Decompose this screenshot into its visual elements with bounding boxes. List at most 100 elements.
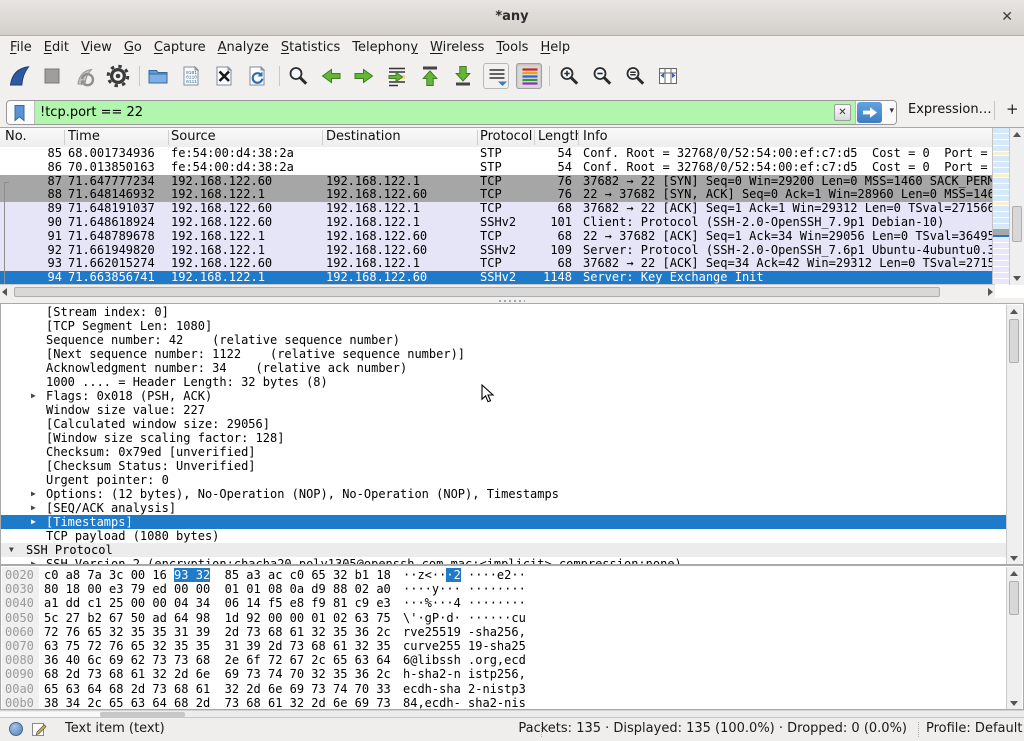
filter-bookmark-button[interactable] bbox=[7, 101, 35, 124]
packet-list-hscrollbar[interactable] bbox=[0, 284, 995, 298]
menu-wireless[interactable]: Wireless bbox=[424, 36, 490, 59]
detail-line[interactable]: 1000 .... = Header Length: 32 bytes (8) bbox=[1, 375, 1006, 389]
detail-line[interactable]: Checksum: 0x79ed [unverified] bbox=[1, 445, 1006, 459]
save-file-button[interactable]: 010101100111 bbox=[178, 63, 204, 89]
expand-arrow-icon[interactable]: ▶ bbox=[31, 487, 36, 501]
bytes-vscrollbar[interactable] bbox=[1006, 567, 1022, 710]
menu-telephony[interactable]: Telephony bbox=[346, 36, 424, 59]
detail-line[interactable]: [Next sequence number: 1122 (relative se… bbox=[1, 347, 1006, 361]
expand-arrow-icon[interactable]: ▶ bbox=[31, 515, 36, 529]
hex-row-0020[interactable]: 0020c0 a8 7a 3c 00 16 93 32 85 a3 ac c0 … bbox=[1, 568, 1006, 582]
hex-row-0090[interactable]: 009068 2d 73 68 61 32 2d 6e 69 73 74 70 … bbox=[1, 667, 1006, 681]
detail-line[interactable]: ▼SSH Protocol bbox=[1, 543, 1006, 557]
packet-row-91[interactable]: 9171.648789678192.168.122.1192.168.122.6… bbox=[0, 230, 995, 244]
detail-line[interactable]: Sequence number: 42 (relative sequence n… bbox=[1, 333, 1006, 347]
zoom-in-button[interactable] bbox=[556, 63, 582, 89]
column-header-source[interactable]: Source bbox=[171, 128, 216, 146]
menu-file[interactable]: File bbox=[4, 36, 38, 59]
details-vscrollbar[interactable] bbox=[1006, 305, 1022, 565]
expand-arrow-icon[interactable]: ▶ bbox=[31, 389, 36, 403]
detail-line[interactable]: TCP payload (1080 bytes) bbox=[1, 529, 1006, 543]
filter-dropdown-caret[interactable]: ▾ bbox=[889, 106, 894, 116]
hex-row-00b0[interactable]: 00b038 34 2c 65 63 64 68 2d 73 68 61 32 … bbox=[1, 696, 1006, 710]
packet-list-minimap[interactable] bbox=[992, 128, 1009, 285]
detail-line[interactable]: ▶Flags: 0x018 (PSH, ACK) bbox=[1, 389, 1006, 403]
zoom-out-button[interactable] bbox=[589, 63, 615, 89]
packet-row-87[interactable]: 8771.647777234192.168.122.60192.168.122.… bbox=[0, 175, 995, 189]
open-file-button[interactable] bbox=[145, 63, 171, 89]
column-header-no[interactable]: No. bbox=[5, 128, 27, 146]
expert-info-icon[interactable] bbox=[9, 722, 23, 736]
collapse-arrow-icon[interactable]: ▼ bbox=[9, 543, 14, 557]
auto-scroll-button[interactable] bbox=[483, 63, 509, 89]
hex-row-0060[interactable]: 006072 76 65 32 35 35 31 39 2d 73 68 61 … bbox=[1, 625, 1006, 639]
hex-row-0070[interactable]: 007063 75 72 76 65 32 35 35 31 39 2d 73 … bbox=[1, 639, 1006, 653]
zoom-original-button[interactable] bbox=[622, 63, 648, 89]
expression-button[interactable]: Expression… bbox=[908, 93, 992, 126]
menu-view[interactable]: View bbox=[75, 36, 118, 59]
menu-statistics[interactable]: Statistics bbox=[275, 36, 346, 59]
menu-capture[interactable]: Capture bbox=[148, 36, 212, 59]
packet-row-86[interactable]: 8670.013850163fe:54:00:d4:38:2aSTP54Conf… bbox=[0, 161, 995, 175]
go-to-packet-button[interactable] bbox=[384, 63, 410, 89]
packet-row-94[interactable]: 9471.663856741192.168.122.1192.168.122.6… bbox=[0, 271, 995, 285]
packet-row-93[interactable]: 9371.662015274192.168.122.60192.168.122.… bbox=[0, 257, 995, 271]
go-back-button[interactable] bbox=[318, 63, 344, 89]
filter-apply-button[interactable] bbox=[857, 102, 882, 123]
column-separator[interactable] bbox=[578, 130, 579, 145]
display-filter-input[interactable]: !tcp.port == 22 bbox=[35, 101, 855, 124]
packet-row-89[interactable]: 8971.648191037192.168.122.60192.168.122.… bbox=[0, 202, 995, 216]
colorize-button[interactable] bbox=[516, 63, 542, 89]
add-filter-button[interactable]: + bbox=[1006, 93, 1019, 126]
packet-row-85[interactable]: 8568.001734936fe:54:00:d4:38:2aSTP54Conf… bbox=[0, 147, 995, 161]
resize-columns-button[interactable] bbox=[655, 63, 681, 89]
packet-row-88[interactable]: 8871.648146932192.168.122.1192.168.122.6… bbox=[0, 188, 995, 202]
expand-arrow-icon[interactable]: ▶ bbox=[31, 501, 36, 515]
packet-row-90[interactable]: 9071.648618924192.168.122.60192.168.122.… bbox=[0, 216, 995, 230]
detail-line[interactable]: ▶[Timestamps] bbox=[1, 515, 1006, 529]
detail-line[interactable]: [Window size scaling factor: 128] bbox=[1, 431, 1006, 445]
menu-analyze[interactable]: Analyze bbox=[212, 36, 275, 59]
filter-clear-button[interactable]: ✕ bbox=[834, 104, 851, 121]
detail-line[interactable]: [Stream index: 0] bbox=[1, 305, 1006, 319]
hex-row-00a0[interactable]: 00a065 63 64 68 2d 73 68 61 32 2d 6e 69 … bbox=[1, 682, 1006, 696]
detail-line[interactable]: ▶SSH Version 2 (encryption:chacha20-poly… bbox=[1, 557, 1006, 565]
packet-list-vscrollbar[interactable] bbox=[1009, 128, 1024, 285]
find-packet-button[interactable] bbox=[285, 63, 311, 89]
detail-line[interactable]: [Calculated window size: 29056] bbox=[1, 417, 1006, 431]
menu-edit[interactable]: Edit bbox=[38, 36, 75, 59]
packet-row-92[interactable]: 9271.661949820192.168.122.1192.168.122.6… bbox=[0, 244, 995, 258]
stop-capture-button[interactable] bbox=[39, 63, 65, 89]
close-icon[interactable]: ✕ bbox=[1001, 0, 1013, 34]
close-file-button[interactable] bbox=[211, 63, 237, 89]
column-header-destination[interactable]: Destination bbox=[326, 128, 401, 146]
column-separator[interactable] bbox=[477, 130, 478, 145]
detail-line[interactable]: ▶[SEQ/ACK analysis] bbox=[1, 501, 1006, 515]
menu-go[interactable]: Go bbox=[118, 36, 148, 59]
column-header-length[interactable]: Length bbox=[538, 128, 578, 146]
column-separator[interactable] bbox=[168, 130, 169, 145]
hex-row-0050[interactable]: 00505c 27 b2 67 50 ad 64 98 1d 92 00 00 … bbox=[1, 611, 1006, 625]
menu-help[interactable]: Help bbox=[534, 36, 576, 59]
menu-tools[interactable]: Tools bbox=[490, 36, 534, 59]
capture-options-button[interactable] bbox=[105, 63, 131, 89]
detail-line[interactable]: Urgent pointer: 0 bbox=[1, 473, 1006, 487]
column-separator[interactable] bbox=[534, 130, 535, 145]
column-header-time[interactable]: Time bbox=[68, 128, 100, 146]
hex-row-0080[interactable]: 008036 40 6c 69 62 73 73 68 2e 6f 72 67 … bbox=[1, 653, 1006, 667]
column-separator[interactable] bbox=[322, 130, 323, 145]
column-header-protocol[interactable]: Protocol bbox=[480, 128, 532, 146]
go-forward-button[interactable] bbox=[351, 63, 377, 89]
detail-line[interactable]: [TCP Segment Len: 1080] bbox=[1, 319, 1006, 333]
reload-file-button[interactable] bbox=[244, 63, 270, 89]
go-last-button[interactable] bbox=[450, 63, 476, 89]
expand-arrow-icon[interactable]: ▶ bbox=[31, 557, 36, 565]
column-separator[interactable] bbox=[64, 130, 65, 145]
detail-line[interactable]: Acknowledgment number: 34 (relative ack … bbox=[1, 361, 1006, 375]
detail-line[interactable]: [Checksum Status: Unverified] bbox=[1, 459, 1006, 473]
hex-row-0030[interactable]: 003080 18 00 e3 79 ed 00 00 01 01 08 0a … bbox=[1, 582, 1006, 596]
status-profile[interactable]: Profile: Default bbox=[926, 718, 1022, 740]
hex-row-0040[interactable]: 0040a1 dd c1 25 00 00 04 34 06 14 f5 e8 … bbox=[1, 596, 1006, 610]
restart-capture-button[interactable] bbox=[72, 63, 98, 89]
go-first-button[interactable] bbox=[417, 63, 443, 89]
